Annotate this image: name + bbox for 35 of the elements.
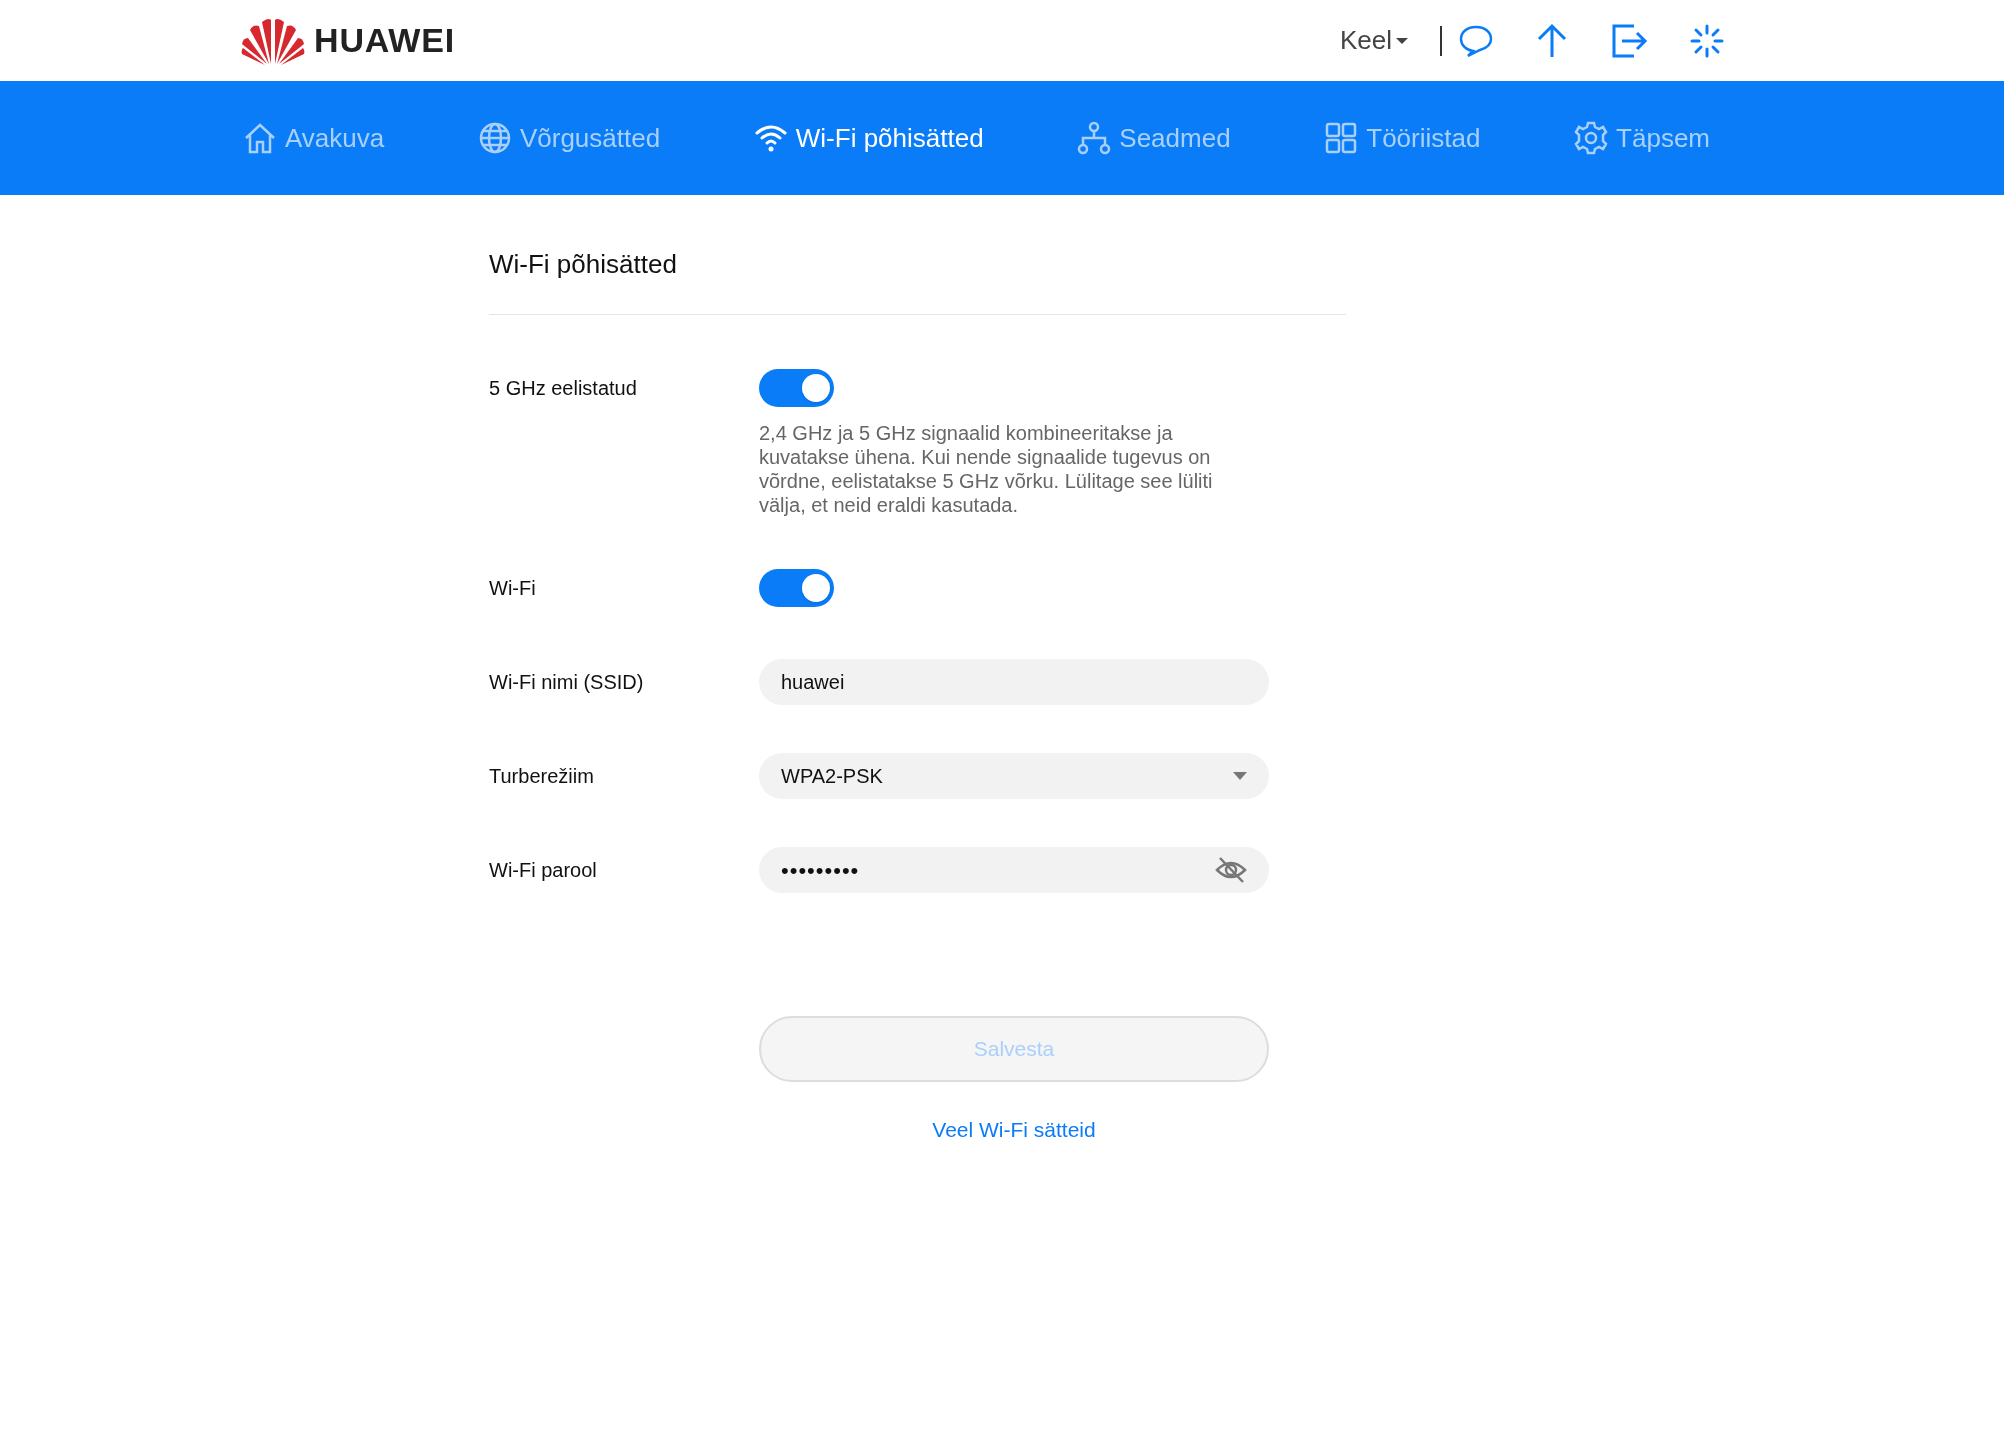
setting-label: Wi-Fi parool (489, 858, 597, 883)
eye-hidden-icon[interactable] (1215, 856, 1247, 884)
globe-icon (477, 121, 512, 155)
caret-icon (1233, 772, 1247, 780)
nav-tab[interactable]: Wi-Fi põhisätted (753, 118, 984, 158)
logout-icon[interactable] (1612, 23, 1648, 58)
setting-label: Turberežiim (489, 764, 594, 789)
message-icon[interactable] (1458, 23, 1494, 58)
nav-tab[interactable]: Võrgusätted (477, 118, 661, 158)
toggle-switch[interactable] (759, 369, 834, 407)
caret-icon (1396, 36, 1408, 45)
field-value: huawei (781, 670, 846, 695)
nav-tab[interactable]: Avakuva (243, 118, 385, 158)
password-field[interactable]: ••••••••• (759, 847, 1269, 893)
ssid-field[interactable]: huawei (759, 659, 1269, 705)
toggle-switch[interactable] (759, 569, 834, 607)
dropdown-value: WPA2-PSK (781, 764, 884, 789)
grid-icon (1324, 121, 1359, 155)
setting-label: 5 GHz eelistatud (489, 376, 637, 401)
setting-label: Wi-Fi (489, 576, 536, 601)
language-dropdown[interactable]: Keel (1339, 21, 1408, 60)
logo-text: HUAWEI (314, 20, 456, 61)
setting-label: Wi-Fi nimi (SSID) (489, 670, 644, 695)
setting-description: 2,4 GHz ja 5 GHz signaalid kombineeritakse ja kuvatakse ühena. Kui nende signaalide tugevus on võrdne, eelistatakse 5 GHz võrku. Lülitage see lüliti välja, et neid eraldi kasutada. (759, 421, 1214, 517)
home-icon (243, 121, 277, 155)
page-title: Wi-Fi põhisätted (489, 248, 678, 281)
security-mode-dropdown[interactable]: WPA2-PSK (759, 753, 1269, 799)
more-settings-link[interactable]: Veel Wi-Fi sätteid (932, 1114, 1096, 1146)
nav-tab[interactable]: Seadmed (1077, 118, 1231, 158)
nav-tab[interactable]: Tööriistad (1324, 118, 1481, 158)
loading-spinner-icon[interactable] (1690, 23, 1724, 58)
nav-tab[interactable]: Täpsem (1574, 118, 1710, 158)
network-tree-icon (1077, 121, 1112, 155)
password-value: ••••••••• (781, 856, 861, 885)
gear-icon (1574, 121, 1609, 155)
